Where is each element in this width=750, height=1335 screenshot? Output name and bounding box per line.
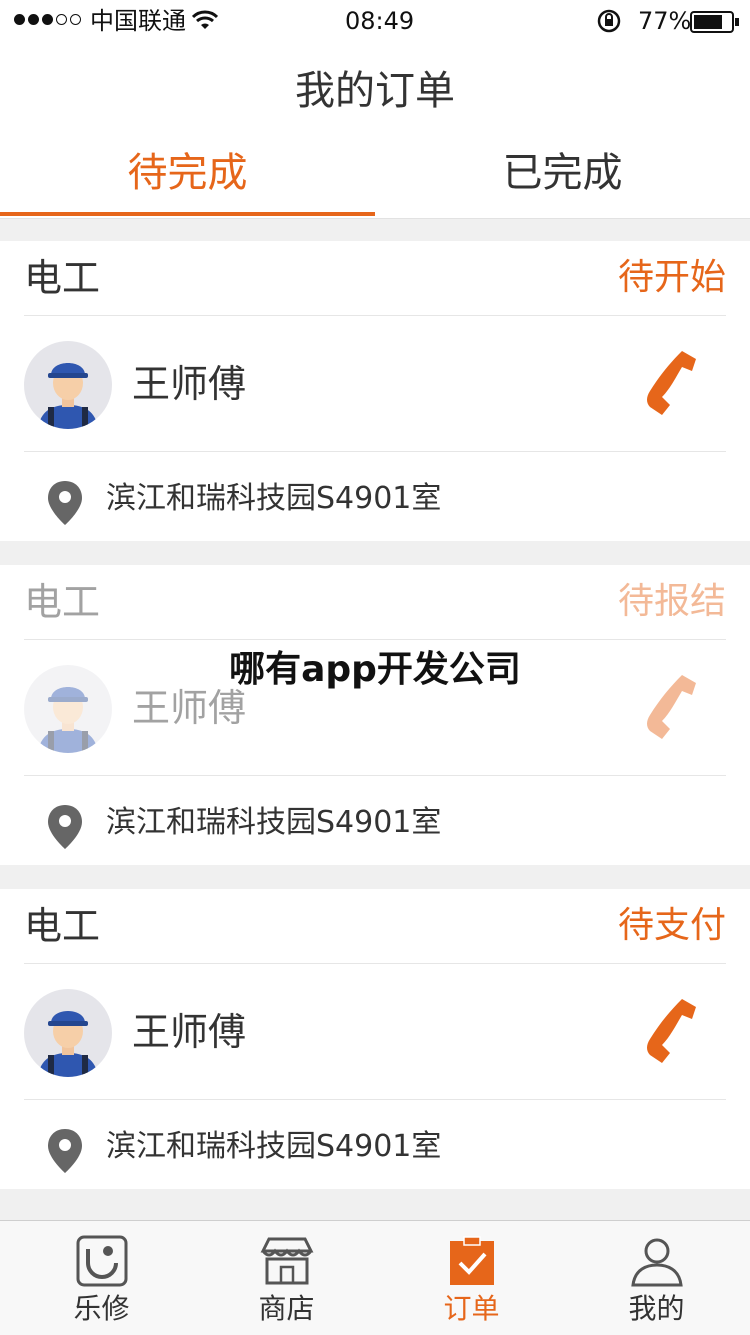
location-pin-icon [48,481,82,525]
order-status: 待报结 [617,581,726,622]
order-tabs: 待完成 已完成 [0,130,750,219]
clock: 08:49 [345,7,415,35]
service-address: 滨江和瑞科技园S4901室 [106,805,442,840]
order-card[interactable]: 电工 待支付 王师傅 滨江和瑞科技园S4901室 [0,889,750,1189]
divider [24,315,726,316]
divider [24,1099,726,1100]
service-type: 电工 [24,904,101,948]
technician-name: 王师傅 [132,362,247,406]
wifi-icon [192,10,218,29]
store-icon [260,1237,314,1285]
navigation-bar: 我的订单 [0,44,750,130]
tab-bar-item-profile[interactable]: 我的 [563,1221,750,1335]
location-pin-icon [48,805,82,849]
technician-avatar [24,989,112,1077]
battery-icon [690,11,739,33]
signal-strength-icon [14,14,81,25]
service-address: 滨江和瑞科技园S4901室 [106,481,442,516]
order-status: 待开始 [617,257,726,298]
status-bar: 中国联通 08:49 77% [0,0,750,44]
rotation-lock-icon [597,9,621,33]
watermark-text: 哪有app开发公司 [229,649,521,690]
tab-bar-label: 我的 [628,1292,685,1325]
active-tab-indicator [0,212,375,216]
tab-pending[interactable]: 待完成 [0,130,375,218]
service-type: 电工 [24,580,101,624]
location-pin-icon [48,1129,82,1173]
tab-bar-label: 商店 [258,1292,315,1325]
order-card[interactable]: 电工 待报结 王师傅 滨江和瑞科技园S4901室 [0,565,750,865]
divider [24,451,726,452]
technician-name: 王师傅 [132,1010,247,1054]
tab-bar-label: 乐修 [73,1292,130,1325]
tab-completed[interactable]: 已完成 [375,130,750,218]
phone-call-icon[interactable] [632,993,704,1065]
tab-bar-item-store[interactable]: 商店 [193,1221,380,1335]
lexiu-logo-icon [76,1235,128,1287]
technician-avatar [24,341,112,429]
order-status: 待支付 [617,905,726,946]
order-clipboard-icon [450,1236,494,1285]
divider [24,963,726,964]
service-type: 电工 [24,256,101,300]
tab-bar-item-lexiu[interactable]: 乐修 [8,1221,195,1335]
service-address: 滨江和瑞科技园S4901室 [106,1129,442,1164]
tab-bar-item-orders[interactable]: 订单 [378,1221,565,1335]
phone-call-icon[interactable] [632,345,704,417]
carrier-label: 中国联通 [90,7,186,35]
divider [24,775,726,776]
order-card[interactable]: 电工 待开始 王师傅 滨江和瑞科技园S4901室 [0,241,750,541]
bottom-tab-bar: 乐修 商店 订单 我的 [0,1220,750,1335]
page-title: 我的订单 [295,68,455,114]
tab-bar-label: 订单 [443,1292,500,1325]
battery-percent: 77% [638,7,692,35]
profile-icon [631,1238,683,1287]
